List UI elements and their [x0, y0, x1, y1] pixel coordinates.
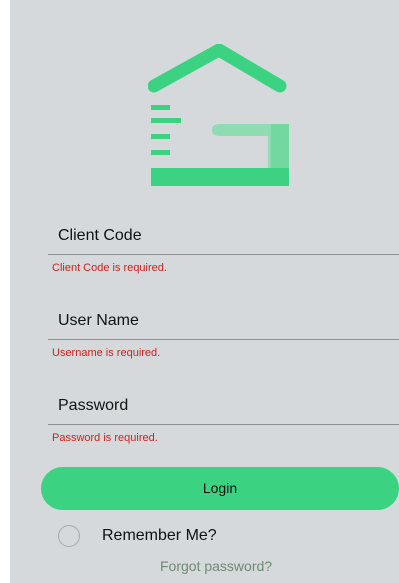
password-underline [48, 424, 399, 425]
house-g-logo-icon [148, 44, 289, 186]
client-code-field[interactable]: Client Code [58, 227, 142, 245]
password-error: Password is required. [52, 432, 158, 444]
remember-me-label[interactable]: Remember Me? [102, 525, 217, 547]
login-button[interactable]: Login [41, 467, 399, 510]
remember-me-radio[interactable] [58, 525, 80, 547]
login-screen: Client Code Client Code is required. Use… [10, 0, 399, 583]
password-field[interactable]: Password [58, 397, 128, 415]
client-code-underline [48, 254, 399, 255]
forgot-password-link[interactable]: Forgot password? [160, 558, 272, 574]
user-name-field[interactable]: User Name [58, 312, 139, 330]
user-name-underline [48, 339, 399, 340]
client-code-error: Client Code is required. [52, 262, 167, 274]
user-name-error: Username is required. [52, 347, 161, 359]
